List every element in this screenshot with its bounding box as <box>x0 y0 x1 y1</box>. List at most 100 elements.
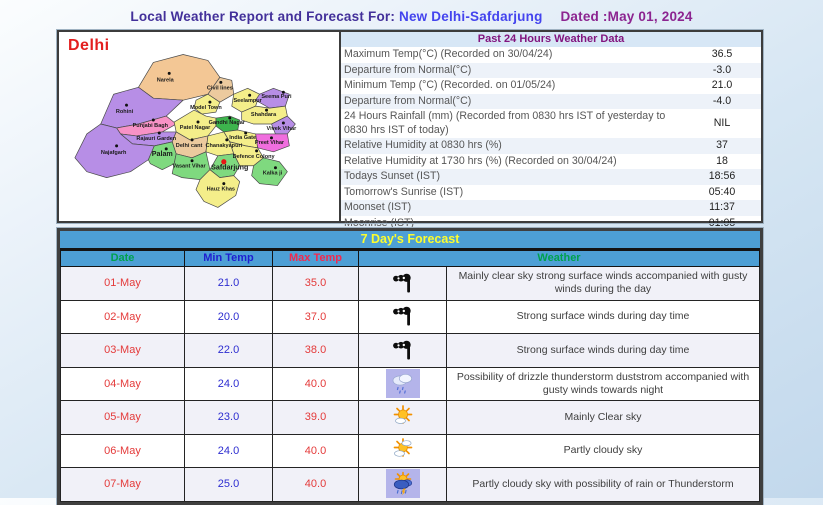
forecast-container: 7 Day's Forecast Date Min Temp Max Temp … <box>56 227 764 505</box>
map-dot <box>248 93 252 97</box>
past24-row-label: Maximum Temp(°C) (Recorded on 30/04/24) <box>344 48 553 60</box>
sun-partly-cloudy-icon <box>386 436 420 465</box>
forecast-min-temp: 20.0 <box>184 299 273 334</box>
past24-row-value: 18:56 <box>708 170 736 182</box>
map-dot <box>219 80 223 84</box>
past24-row-value: 11:37 <box>709 201 735 213</box>
forecast-weather-description: Possibility of drizzle thunderstorm dust… <box>446 366 760 401</box>
delhi-map-panel: Delhi Narela Rohini Civil lines Model To… <box>59 32 341 221</box>
delhi-district-map: Narela Rohini Civil lines Model Town Seelamp… <box>74 54 297 208</box>
past24-row-label: 24 Hours Rainfall (mm) (Recorded from 08… <box>344 110 666 136</box>
forecast-weather-description: Partly cloudy sky with possibility of ra… <box>446 467 760 502</box>
map-dot <box>157 131 161 135</box>
windsock-icon <box>386 302 420 331</box>
forecast-max-temp: 37.0 <box>272 299 359 334</box>
map-label: Delhi cant <box>176 143 203 149</box>
forecast-min-temp: 24.0 <box>184 433 273 468</box>
forecast-weather-description: Strong surface winds during day time <box>446 299 760 334</box>
past24-header: Past 24 Hours Weather Data <box>341 32 761 47</box>
forecast-table: Date Min Temp Max Temp Weather 01-May 21.… <box>60 250 760 502</box>
past24-row-value: 18 <box>716 154 728 167</box>
past24-row-label: Relative Humidity at 1730 hrs (%) (Recor… <box>344 154 617 167</box>
map-dot <box>196 120 200 124</box>
forecast-max-temp: 35.0 <box>272 266 359 301</box>
forecast-icon-cell <box>358 299 447 334</box>
map-label: Vasant Vihar <box>172 164 206 170</box>
map-label: Seema Puri <box>261 94 292 100</box>
map-label: Rajauri Garden <box>136 136 176 142</box>
past24-row-value: NIL <box>713 116 731 129</box>
map-label: Civil lines <box>207 85 233 91</box>
map-label: Chanakyapuri <box>205 143 242 149</box>
forecast-row: 04-May 24.0 40.0 Possibility of drizzle thu… <box>60 366 760 401</box>
forecast-title: 7 Day's Forecast <box>60 231 760 250</box>
past24-row-value: 05:40 <box>708 185 736 198</box>
past24-row-label: Departure from Normal(°C) <box>344 63 472 76</box>
windsock-icon <box>386 335 420 364</box>
top-container: Delhi Narela Rohini Civil lines Model To… <box>56 29 764 229</box>
forecast-min-temp: 22.0 <box>184 333 273 368</box>
past24-panel: Past 24 Hours Weather Data Maximum Temp(… <box>341 32 761 229</box>
forecast-date: 02-May <box>60 299 185 334</box>
forecast-max-temp: 38.0 <box>272 333 359 368</box>
map-label: Model Town <box>190 105 222 111</box>
forecast-weather-description: Partly cloudy sky <box>446 433 760 468</box>
forecast-row: 06-May 24.0 40.0 Partly cloudy sky <box>60 433 760 468</box>
past24-row-label: Departure from Normal(°C) <box>344 94 472 107</box>
past24-row-label: Relative Humidity at 0830 hrs (%) <box>344 139 502 151</box>
past24-row: Relative Humidity at 1730 hrs (%) (Recor… <box>341 154 761 170</box>
map-label: Punjabi Bagh <box>133 123 169 129</box>
map-label: Hauz Khas <box>207 187 235 193</box>
forecast-date: 01-May <box>60 266 185 301</box>
past24-row: Relative Humidity at 0830 hrs (%) 37 <box>341 138 761 154</box>
forecast-icon-cell <box>358 467 447 502</box>
map-dot <box>190 138 194 142</box>
forecast-weather-description: Mainly Clear sky <box>446 400 760 435</box>
map-dot <box>125 103 129 107</box>
past24-row-value: -4.0 <box>712 94 732 107</box>
forecast-min-temp: 21.0 <box>184 266 273 301</box>
column-header-max-temp: Max Temp <box>272 250 359 267</box>
map-dot <box>151 118 155 122</box>
page-title-prefix: Local Weather Report and Forecast For: <box>130 9 396 24</box>
forecast-weather-description: Strong surface winds during day time <box>446 333 760 368</box>
column-header-min-temp: Min Temp <box>184 250 273 267</box>
forecast-icon-cell <box>358 333 447 368</box>
forecast-date: 07-May <box>60 467 185 502</box>
map-label: Palam <box>152 150 173 158</box>
past24-row: Moonset (IST) 11:37 <box>341 200 761 216</box>
page-title: Local Weather Report and Forecast For: N… <box>0 9 823 24</box>
past24-row: Tomorrow's Sunrise (IST) 05:40 <box>341 185 761 201</box>
past24-row-value: 36.5 <box>711 48 733 60</box>
map-label: Rohini <box>116 109 134 115</box>
map-label: Seelampur <box>233 98 262 104</box>
past24-row-value: 21.0 <box>711 79 733 91</box>
past24-table: Maximum Temp(°C) (Recorded on 30/04/24) 3… <box>341 47 761 231</box>
forecast-icon-cell <box>358 433 447 468</box>
forecast-icon-cell <box>358 266 447 301</box>
past24-row-label: Moonset (IST) <box>344 201 412 213</box>
past24-row: Departure from Normal(°C) -4.0 <box>341 93 761 109</box>
forecast-min-temp: 25.0 <box>184 467 273 502</box>
drizzle-rain-icon <box>385 368 420 398</box>
forecast-max-temp: 40.0 <box>272 366 359 401</box>
map-dot <box>115 144 119 148</box>
forecast-header-row: Date Min Temp Max Temp Weather <box>60 250 760 267</box>
past24-row: Maximum Temp(°C) (Recorded on 30/04/24) 3… <box>341 47 761 63</box>
past24-row-value: -3.0 <box>712 63 732 76</box>
forecast-date: 06-May <box>60 433 185 468</box>
map-label: Najafgarh <box>101 150 127 156</box>
sun-clear-icon <box>386 402 420 431</box>
forecast-date: 04-May <box>60 366 185 401</box>
map-label: Defence Colony <box>233 154 276 160</box>
column-header-weather: Weather <box>358 250 760 267</box>
forecast-row: 02-May 20.0 37.0 Strong surface winds durin… <box>60 299 760 334</box>
district-narela <box>138 54 221 101</box>
forecast-row: 07-May 25.0 40.0 Partly cloudy sky with pos… <box>60 467 760 502</box>
report-date: Dated :May 01, 2024 <box>560 9 693 24</box>
forecast-row: 01-May 21.0 35.0 Mainly clear sky strong su… <box>60 266 760 301</box>
forecast-max-temp: 40.0 <box>272 433 359 468</box>
map-label: Shahdara <box>251 112 277 118</box>
map-dot <box>167 71 171 75</box>
map-label: Gandhi Nagar <box>209 120 246 126</box>
